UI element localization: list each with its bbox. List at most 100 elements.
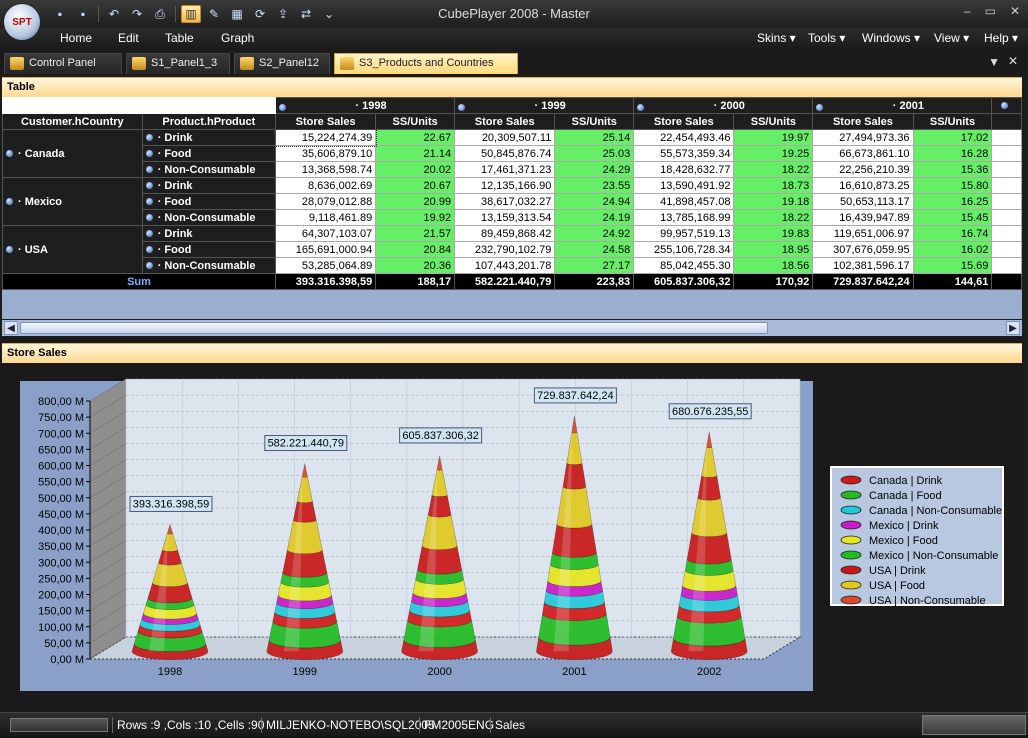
ss-units-cell[interactable]: 19.25	[733, 145, 814, 162]
ss-units-cell[interactable]: 18.95	[733, 241, 814, 258]
year-header-1998[interactable]: · 1998	[274, 97, 456, 114]
ss-units-cell[interactable]: 15.36	[912, 161, 993, 178]
ss-units-cell[interactable]: 18.73	[733, 177, 814, 194]
store-sales-cell[interactable]: 66,673,861.10	[812, 145, 914, 162]
tab-control-panel[interactable]: Control Panel	[4, 53, 122, 74]
store-sales-cell[interactable]: 102,381,596.17	[812, 257, 914, 274]
menu-skins[interactable]: Skins ▾	[757, 31, 796, 45]
store-sales-cell[interactable]: 13,159,313.54	[454, 209, 556, 226]
menu-home[interactable]: Home	[60, 31, 92, 45]
ss-units-cell[interactable]: 24.92	[554, 225, 635, 242]
ss-units-cell[interactable]: 18.22	[733, 161, 814, 178]
ss-units-cell[interactable]: 20.84	[375, 241, 456, 258]
store-sales-cell[interactable]: 41,898,457.08	[633, 193, 735, 210]
year-header-2001[interactable]: · 2001	[812, 97, 993, 114]
store-sales-cell[interactable]: 22,454,493.46	[633, 129, 735, 146]
row-product-cell[interactable]: · Non-Consumable	[141, 257, 276, 274]
row-product-cell[interactable]: · Food	[141, 193, 276, 210]
ss-units-cell[interactable]: 18.56	[733, 257, 814, 274]
store-sales-cell[interactable]: 8,636,002.69	[274, 177, 377, 194]
store-sales-cell[interactable]: 28,079,012.88	[274, 193, 377, 210]
expand-icon[interactable]	[6, 198, 13, 206]
scroll-thumb[interactable]	[20, 322, 768, 334]
ss-units-cell[interactable]: 17.02	[912, 129, 993, 146]
year-header-more[interactable]	[991, 97, 1022, 114]
ss-units-cell[interactable]: 21.57	[375, 225, 456, 242]
menu-tools[interactable]: Tools ▾	[808, 31, 845, 45]
ss-units-cell[interactable]: 20.36	[375, 257, 456, 274]
measure-header[interactable]: SS/Units	[912, 113, 993, 130]
ss-units-cell[interactable]: 20.67	[375, 177, 456, 194]
store-sales-cell[interactable]: 17,461,371.23	[454, 161, 556, 178]
ss-units-cell[interactable]: 22.67	[375, 129, 456, 146]
menu-view[interactable]: View ▾	[934, 31, 969, 45]
expand-icon[interactable]	[145, 214, 153, 222]
ss-units-cell[interactable]: 27.17	[554, 257, 635, 274]
row-dim-header-product[interactable]: Product.hProduct	[141, 113, 276, 130]
store-sales-cell[interactable]: 89,459,868.42	[454, 225, 556, 242]
menu-edit[interactable]: Edit	[118, 31, 139, 45]
ss-units-cell[interactable]: 24.29	[554, 161, 635, 178]
ss-units-cell[interactable]: 24.94	[554, 193, 635, 210]
store-sales-cell[interactable]: 12,135,166.90	[454, 177, 556, 194]
row-country-cell[interactable]: · Mexico	[2, 177, 143, 226]
store-sales-cell[interactable]: 16,439,947.89	[812, 209, 914, 226]
expand-icon[interactable]	[6, 150, 13, 158]
expand-icon[interactable]	[145, 246, 153, 254]
ss-units-cell[interactable]: 18.22	[733, 209, 814, 226]
menu-table[interactable]: Table	[165, 31, 194, 45]
tab-s1-panel1-3[interactable]: S1_Panel1_3	[126, 53, 230, 74]
expand-icon[interactable]	[145, 262, 153, 270]
scroll-right-icon[interactable]: ▶	[1006, 321, 1020, 335]
store-sales-cell[interactable]: 20,309,507.11	[454, 129, 556, 146]
ss-units-cell[interactable]: 15.45	[912, 209, 993, 226]
ss-units-cell[interactable]: 24.58	[554, 241, 635, 258]
row-country-cell[interactable]: · Canada	[2, 129, 143, 178]
store-sales-cell[interactable]: 9,118,461.89	[274, 209, 377, 226]
row-country-cell[interactable]: · USA	[2, 225, 143, 274]
expand-icon[interactable]	[145, 198, 153, 206]
store-sales-cell[interactable]: 18,428,632.77	[633, 161, 735, 178]
ss-units-cell[interactable]: 19.83	[733, 225, 814, 242]
store-sales-cell[interactable]: 16,610,873.25	[812, 177, 914, 194]
ss-units-cell[interactable]: 19.18	[733, 193, 814, 210]
ss-units-cell[interactable]: 16.02	[912, 241, 993, 258]
store-sales-cell[interactable]: 107,443,201.78	[454, 257, 556, 274]
store-sales-cell[interactable]: 64,307,103.07	[274, 225, 377, 242]
ss-units-cell[interactable]: 20.02	[375, 161, 456, 178]
ss-units-cell[interactable]: 25.14	[554, 129, 635, 146]
measure-header[interactable]: Store Sales	[633, 113, 735, 130]
store-sales-cell[interactable]: 55,573,359.34	[633, 145, 735, 162]
row-product-cell[interactable]: · Drink	[141, 225, 276, 242]
menu-help[interactable]: Help ▾	[984, 31, 1018, 45]
ss-units-cell[interactable]: 24.19	[554, 209, 635, 226]
store-sales-cell[interactable]: 50,845,876.74	[454, 145, 556, 162]
store-sales-cell[interactable]: 119,651,006.97	[812, 225, 914, 242]
minimize-button[interactable]: –	[964, 4, 971, 18]
ss-units-cell[interactable]: 23.55	[554, 177, 635, 194]
scroll-left-icon[interactable]: ◀	[4, 321, 18, 335]
expand-icon[interactable]	[145, 166, 153, 174]
tab-list-chevron-icon[interactable]: ▼	[988, 55, 1000, 69]
tab-s2-panel12[interactable]: S2_Panel12	[234, 53, 330, 74]
ss-units-cell[interactable]: 16.28	[912, 145, 993, 162]
expand-icon[interactable]	[6, 246, 13, 254]
expand-icon[interactable]	[458, 103, 466, 111]
store-sales-cell[interactable]: 22,256,210.39	[812, 161, 914, 178]
store-sales-cell[interactable]: 13,590,491.92	[633, 177, 735, 194]
ss-units-cell[interactable]: 25.03	[554, 145, 635, 162]
application-orb-button[interactable]: SPT	[3, 3, 41, 41]
row-product-cell[interactable]: · Non-Consumable	[141, 209, 276, 226]
ss-units-cell[interactable]: 15.80	[912, 177, 993, 194]
store-sales-cell[interactable]: 38,617,032.27	[454, 193, 556, 210]
store-sales-cell[interactable]: 27,494,973.36	[812, 129, 914, 146]
store-sales-cell[interactable]: 307,676,059.95	[812, 241, 914, 258]
ss-units-cell[interactable]: 15.69	[912, 257, 993, 274]
ss-units-cell[interactable]: 20.99	[375, 193, 456, 210]
ss-units-cell[interactable]: 19.92	[375, 209, 456, 226]
store-sales-cell[interactable]: 99,957,519.13	[633, 225, 735, 242]
table-horizontal-scrollbar[interactable]: ◀ ▶	[2, 320, 1022, 336]
store-sales-cell[interactable]: 232,790,102.79	[454, 241, 556, 258]
store-sales-cell[interactable]: 85,042,455.30	[633, 257, 735, 274]
expand-icon[interactable]	[637, 103, 645, 111]
